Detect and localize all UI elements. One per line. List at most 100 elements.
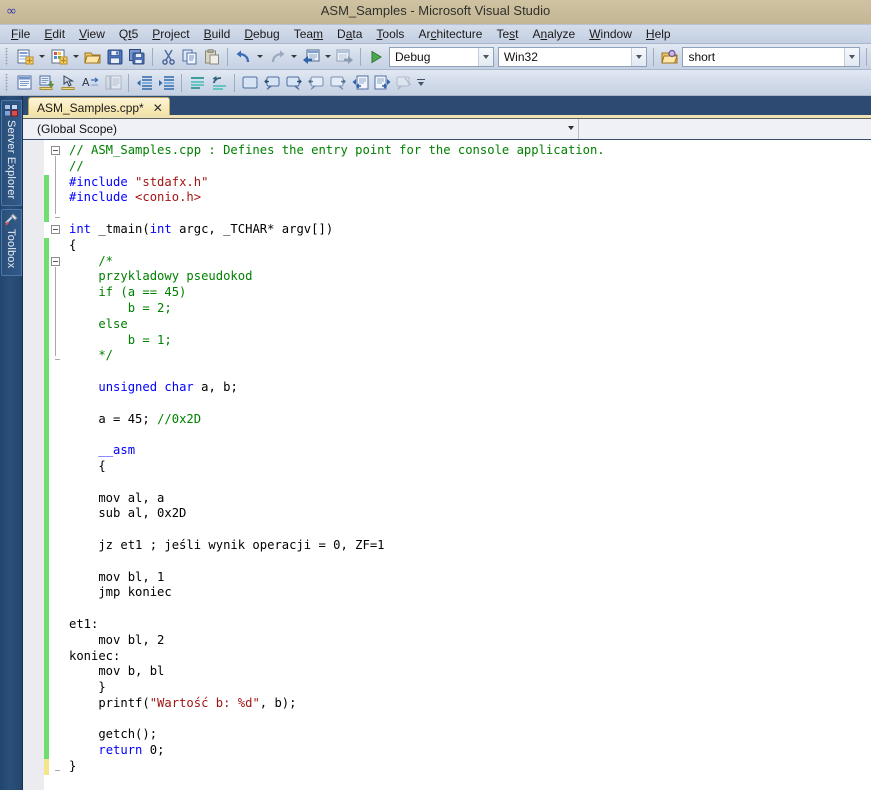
solution-platform-combo[interactable]: Win32 bbox=[497, 46, 648, 67]
save-button[interactable] bbox=[104, 46, 126, 68]
redo-dropdown[interactable] bbox=[288, 46, 300, 68]
increase-indent-button[interactable] bbox=[155, 72, 177, 94]
copy-button[interactable] bbox=[179, 46, 201, 68]
menu-item-file[interactable]: File bbox=[4, 26, 37, 43]
cut-button[interactable] bbox=[157, 46, 179, 68]
code-line: mov bl, 1 bbox=[69, 570, 605, 586]
previous-bookmark-document-button[interactable] bbox=[349, 72, 371, 94]
chevron-down-icon[interactable] bbox=[568, 126, 574, 130]
undo-button[interactable] bbox=[232, 46, 254, 68]
menu-accelerator: H bbox=[645, 26, 655, 41]
code-token: koniec: bbox=[69, 648, 121, 663]
menu-item-test[interactable]: Test bbox=[489, 26, 525, 43]
code-token: et1: bbox=[69, 616, 99, 631]
insert-snippet-button[interactable] bbox=[36, 72, 58, 94]
code-token: // bbox=[69, 158, 84, 173]
toggle-word-wrap-button[interactable]: A bbox=[80, 72, 102, 94]
navigate-backward-dropdown[interactable] bbox=[322, 46, 334, 68]
code-line: // bbox=[69, 159, 605, 175]
menu-item-edit[interactable]: Edit bbox=[37, 26, 72, 43]
menu-item-qt5[interactable]: Qt5 bbox=[112, 26, 145, 43]
code-editor[interactable]: // ASM_Samples.cpp : Defines the entry p… bbox=[23, 140, 871, 790]
indicator-margin[interactable] bbox=[23, 140, 44, 790]
menu-item-debug[interactable]: Debug bbox=[237, 26, 286, 43]
code-line: __asm bbox=[69, 443, 605, 459]
menu-item-build[interactable]: Build bbox=[197, 26, 238, 43]
menu-bar: File Edit View Qt5 Project Build Debug Team Data… bbox=[0, 24, 871, 44]
chevron-down-icon[interactable] bbox=[477, 47, 493, 66]
clear-bookmarks-button[interactable] bbox=[393, 72, 415, 94]
outlining-margin[interactable] bbox=[49, 140, 63, 790]
menu-item-team[interactable]: Team bbox=[287, 26, 330, 43]
surround-with-button[interactable] bbox=[58, 72, 80, 94]
next-bookmark-document-button[interactable] bbox=[371, 72, 393, 94]
code-token: char bbox=[164, 379, 194, 394]
menu-item-analyze[interactable]: Analyze bbox=[526, 26, 583, 43]
redo-button[interactable] bbox=[266, 46, 288, 68]
chevron-down-icon[interactable] bbox=[844, 47, 859, 66]
code-line: { bbox=[69, 459, 605, 475]
uncomment-selection-button[interactable] bbox=[208, 72, 230, 94]
comment-lines-button[interactable] bbox=[102, 72, 124, 94]
left-autohide-bar: Server Explorer Toolbox bbox=[0, 96, 23, 790]
code-line: b = 2; bbox=[69, 301, 605, 317]
menu-item-help[interactable]: Help bbox=[639, 26, 678, 43]
close-icon[interactable]: ✕ bbox=[152, 102, 164, 114]
navigate-backward-button[interactable] bbox=[300, 46, 322, 68]
code-line: } bbox=[69, 759, 605, 775]
sidebar-tab-server-explorer[interactable]: Server Explorer bbox=[0, 100, 22, 207]
menu-item-window[interactable]: Window bbox=[582, 26, 639, 43]
collapse-region-icon[interactable] bbox=[51, 146, 60, 155]
toolbar-separator bbox=[128, 73, 129, 92]
scope-combo[interactable]: (Global Scope) bbox=[23, 119, 579, 139]
next-bookmark-button[interactable] bbox=[283, 72, 305, 94]
save-all-button[interactable] bbox=[126, 46, 148, 68]
comment-selection-button[interactable] bbox=[186, 72, 208, 94]
collapse-region-icon[interactable] bbox=[51, 225, 60, 234]
chevron-down-icon[interactable] bbox=[631, 47, 647, 66]
code-token: sub al, 0x2D bbox=[69, 506, 187, 521]
menu-item-data[interactable]: Data bbox=[330, 26, 369, 43]
solution-configuration-combo[interactable]: Debug bbox=[389, 46, 494, 67]
toolbar-separator bbox=[227, 47, 228, 66]
sidebar-tab-toolbox[interactable]: Toolbox bbox=[0, 209, 22, 276]
decrease-indent-button[interactable] bbox=[133, 72, 155, 94]
previous-bookmark-button[interactable] bbox=[261, 72, 283, 94]
toggle-bookmark-button[interactable] bbox=[239, 72, 261, 94]
menu-item-project[interactable]: Project bbox=[145, 26, 196, 43]
next-bookmark-folder-button[interactable] bbox=[327, 72, 349, 94]
display-class-view-button[interactable] bbox=[14, 72, 36, 94]
add-new-item-dropdown[interactable] bbox=[70, 46, 82, 68]
find-combo[interactable]: short bbox=[682, 46, 860, 67]
code-line: #include <conio.h> bbox=[69, 190, 605, 206]
code-surface[interactable]: // ASM_Samples.cpp : Defines the entry p… bbox=[63, 140, 871, 790]
title-bar: ∞ ASM_Samples - Microsoft Visual Studio bbox=[0, 0, 871, 24]
undo-dropdown[interactable] bbox=[254, 46, 266, 68]
new-project-dropdown[interactable] bbox=[36, 46, 48, 68]
find-in-files-button[interactable] bbox=[658, 46, 680, 68]
code-token: b = 2; bbox=[69, 300, 172, 315]
code-line: jz et1 ; jeśli wynik operacji = 0, ZF=1 bbox=[69, 538, 605, 554]
open-file-button[interactable] bbox=[82, 46, 104, 68]
new-project-button[interactable] bbox=[14, 46, 36, 68]
add-new-item-button[interactable] bbox=[48, 46, 70, 68]
code-line: int _tmain(int argc, _TCHAR* argv[]) bbox=[69, 222, 605, 238]
menu-item-tools[interactable]: Tools bbox=[369, 26, 411, 43]
start-debugging-button[interactable] bbox=[365, 46, 387, 68]
code-token: { bbox=[69, 237, 77, 252]
toolbar-grip[interactable] bbox=[4, 47, 11, 66]
menu-accelerator: F bbox=[11, 26, 19, 41]
toolbar-grip[interactable] bbox=[4, 73, 11, 92]
menu-item-architecture[interactable]: Architecture bbox=[411, 26, 489, 43]
menu-item-view[interactable]: View bbox=[72, 26, 112, 43]
paste-button[interactable] bbox=[201, 46, 223, 68]
collapse-region-icon[interactable] bbox=[51, 256, 60, 266]
previous-bookmark-folder-button[interactable] bbox=[305, 72, 327, 94]
menu-accelerator: n bbox=[540, 26, 548, 41]
navigate-forward-button[interactable] bbox=[334, 46, 356, 68]
toolbar-overflow-button[interactable] bbox=[415, 72, 427, 94]
code-line: // ASM_Samples.cpp : Defines the entry p… bbox=[69, 143, 605, 159]
code-line: mov b, bl bbox=[69, 664, 605, 680]
navigation-bar: (Global Scope) bbox=[23, 118, 871, 140]
